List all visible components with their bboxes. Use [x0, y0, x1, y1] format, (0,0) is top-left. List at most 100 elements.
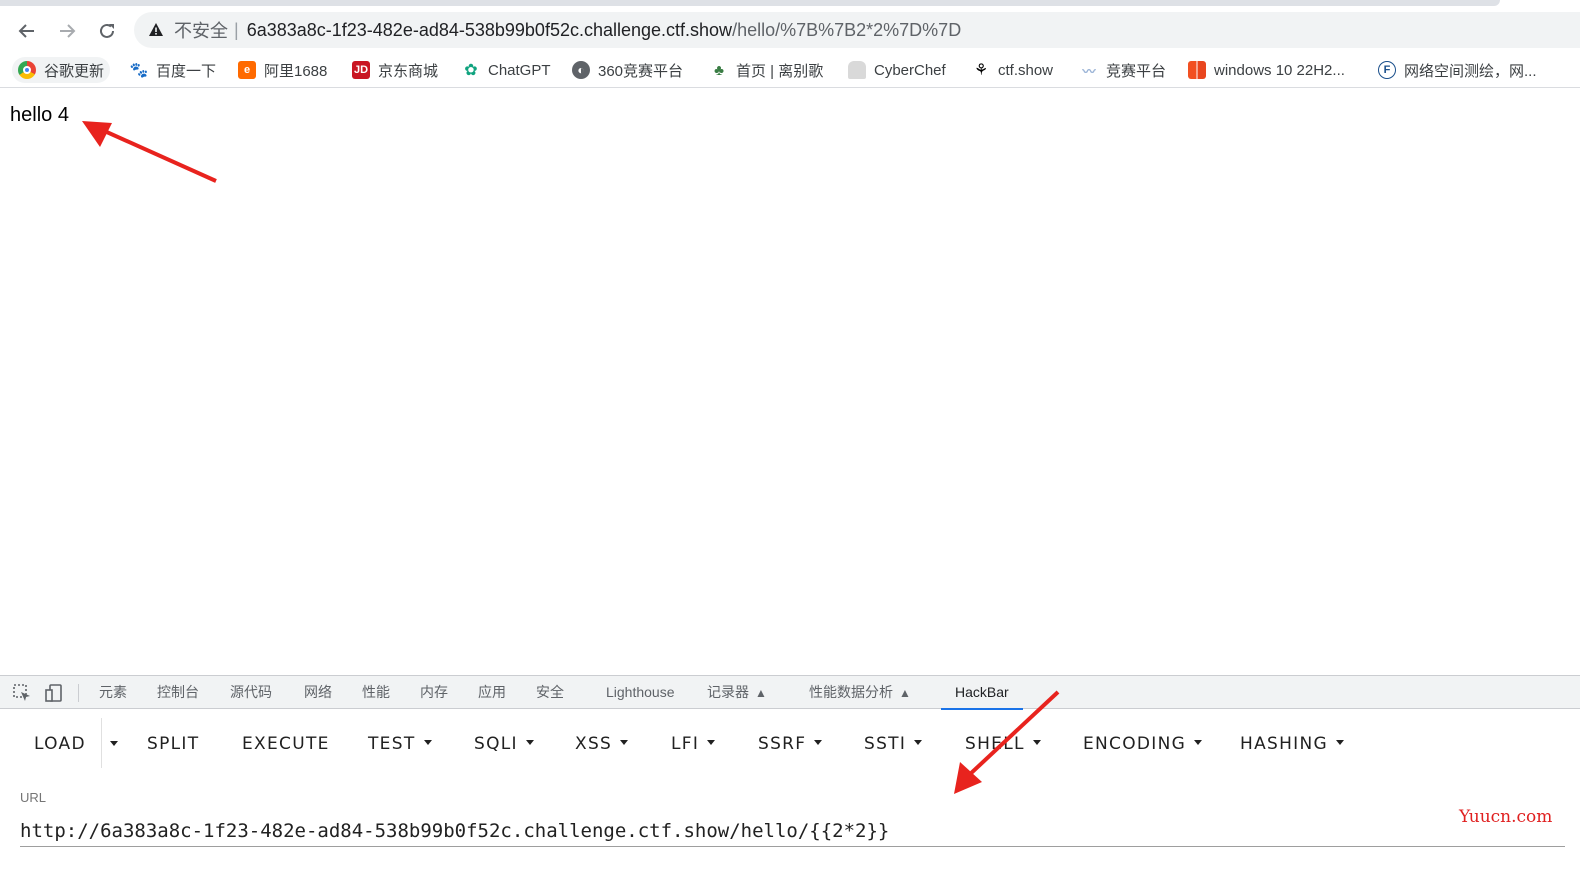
bookmark-label: ctf.show	[998, 61, 1054, 79]
ssrf-menu-button[interactable]: SSRF	[758, 726, 823, 762]
lfi-label: LFI	[671, 734, 700, 754]
devtools-tab-label: 记录器	[707, 684, 749, 700]
devtools-tab-label: 性能数据分析	[809, 684, 893, 700]
devtools-tab-bar: 元素 控制台 源代码 网络 性能 内存 应用 安全 Lighthouse 记录器…	[0, 675, 1580, 710]
bookmark-item[interactable]: ◐ 360竞赛平台	[566, 57, 689, 83]
encoding-label: ENCODING	[1083, 734, 1187, 754]
test-menu-button[interactable]: TEST	[368, 726, 432, 762]
caret-down-icon	[1194, 739, 1203, 745]
bookmark-label: 360竞赛平台	[598, 62, 684, 80]
warning-icon	[148, 22, 164, 38]
devtools-tab[interactable]: 网络	[304, 676, 332, 709]
caret-down-icon	[423, 739, 432, 745]
windows-icon	[1188, 61, 1206, 79]
load-button[interactable]: LOAD	[34, 726, 86, 762]
bookmark-label: CyberChef	[874, 61, 946, 79]
bookmark-label: 竞赛平台	[1106, 62, 1167, 80]
back-arrow-icon	[18, 24, 34, 38]
reload-button[interactable]	[92, 16, 122, 46]
ssrf-label: SSRF	[758, 734, 807, 754]
devtools-tab[interactable]: 安全	[536, 676, 564, 709]
sqli-label: SQLI	[474, 734, 518, 754]
chrome-icon	[18, 61, 36, 79]
caret-down-icon	[620, 739, 629, 745]
url-input[interactable]: http://6a383a8c-1f23-482e-ad84-538b99b0f…	[20, 817, 1565, 847]
sqli-menu-button[interactable]: SQLI	[474, 726, 534, 762]
bookmark-label: 谷歌更新	[44, 62, 105, 80]
bookmark-item[interactable]: windows 10 22H2...	[1182, 57, 1351, 83]
bookmark-item[interactable]: JD 京东商城	[346, 57, 444, 83]
split-button[interactable]: SPLIT	[147, 726, 199, 762]
address-path: /hello/%7B%7B2*2%7D%7D	[732, 19, 962, 40]
flask-icon: ▲	[899, 686, 911, 700]
annotation-arrow-icon	[82, 121, 217, 183]
bookmark-item[interactable]: 🐾 百度一下	[124, 57, 222, 83]
address-host: 6a383a8c-1f23-482e-ad84-538b99b0f52c.cha…	[246, 19, 733, 40]
devtools-tab-performance-insights[interactable]: 性能数据分析 ▲	[809, 676, 911, 709]
page-viewport: hello 4	[0, 89, 1580, 675]
browser-toolbar: 不安全 | 6a383a8c-1f23-482e-ad84-538b99b0f5…	[0, 8, 1580, 52]
chatgpt-icon: ✿	[464, 62, 478, 79]
ssti-menu-button[interactable]: SSTI	[864, 726, 923, 762]
bookmark-item[interactable]: F 网络空间测绘，网...	[1372, 57, 1543, 83]
xss-label: XSS	[575, 734, 613, 754]
ssti-label: SSTI	[864, 734, 907, 754]
plant-icon: ♣	[714, 61, 724, 79]
encoding-menu-button[interactable]: ENCODING	[1083, 726, 1203, 762]
test-label: TEST	[368, 734, 416, 754]
execute-button[interactable]: EXECUTE	[242, 726, 330, 762]
bookmark-item[interactable]: ⚘ ctf.show	[966, 57, 1059, 83]
bookmark-item[interactable]: 谷歌更新	[12, 57, 111, 83]
devtools-tab[interactable]: 控制台	[157, 676, 199, 709]
load-divider	[101, 718, 102, 768]
devtools-tab[interactable]: 应用	[478, 676, 506, 709]
url-field-label: URL	[20, 790, 47, 805]
reload-icon	[100, 23, 114, 38]
bookmark-label: 百度一下	[156, 62, 217, 80]
xss-menu-button[interactable]: XSS	[575, 726, 629, 762]
devtools-tab[interactable]: 元素	[99, 676, 127, 709]
jd-icon: JD	[352, 61, 370, 79]
caret-down-icon	[1336, 739, 1344, 745]
bookmark-label: ChatGPT	[488, 61, 551, 79]
hackbar-panel: LOAD SPLIT EXECUTE TEST SQLI XSS LFI SSR…	[0, 690, 1580, 880]
bookmarks-bar: 谷歌更新 🐾 百度一下 e 阿里1688 JD 京东商城 ✿ ChatGPT ◐…	[0, 52, 1580, 88]
globe-icon: ◐	[572, 61, 590, 79]
fofa-icon: F	[1378, 61, 1396, 79]
caret-down-icon	[707, 739, 716, 745]
address-separator: |	[234, 19, 239, 40]
caret-down-icon	[525, 739, 534, 745]
page-output-text: hello 4	[10, 104, 69, 126]
ali1688-icon: e	[238, 61, 256, 79]
bookmark-label: 网络空间测绘，网...	[1404, 62, 1537, 80]
hashing-menu-button[interactable]: HASHING	[1240, 726, 1344, 762]
forward-button[interactable]	[52, 16, 82, 46]
hashing-label: HASHING	[1240, 734, 1328, 754]
address-bar[interactable]: 不安全 | 6a383a8c-1f23-482e-ad84-538b99b0f5…	[134, 12, 1580, 48]
inspect-element-icon[interactable]	[12, 683, 32, 703]
devtools-tab[interactable]: Lighthouse	[606, 676, 675, 709]
bookmark-item[interactable]: ✿ ChatGPT	[456, 57, 557, 83]
bookmark-item[interactable]: ♣ 首页 | 离别歌	[704, 57, 829, 83]
ctfshow-icon: ⚘	[973, 62, 989, 79]
devtools-tab[interactable]: 源代码	[230, 676, 272, 709]
chef-hat-icon	[848, 61, 866, 79]
baidu-icon: 🐾	[129, 62, 149, 79]
devtools-tab[interactable]: 性能	[362, 676, 390, 709]
devtools-divider	[78, 684, 79, 702]
lfi-menu-button[interactable]: LFI	[671, 726, 716, 762]
bookmark-label: windows 10 22H2...	[1214, 61, 1345, 79]
devtools-tab[interactable]: 内存	[420, 676, 448, 709]
load-dropdown-icon[interactable]	[110, 741, 118, 746]
not-secure-label: 不安全	[174, 21, 228, 41]
bookmark-item[interactable]: CyberChef	[842, 57, 952, 83]
devtools-tab-recorder[interactable]: 记录器 ▲	[707, 676, 767, 709]
back-button[interactable]	[12, 16, 42, 46]
bookmark-item[interactable]: e 阿里1688	[232, 57, 333, 83]
bookmark-label: 京东商城	[378, 62, 439, 80]
annotation-arrow-icon	[954, 690, 1060, 794]
bookmark-item[interactable]: 〰 竞赛平台	[1074, 57, 1172, 83]
forward-arrow-icon	[60, 24, 76, 38]
tab-strip-edge	[0, 0, 1580, 8]
device-toolbar-icon[interactable]	[44, 683, 64, 703]
